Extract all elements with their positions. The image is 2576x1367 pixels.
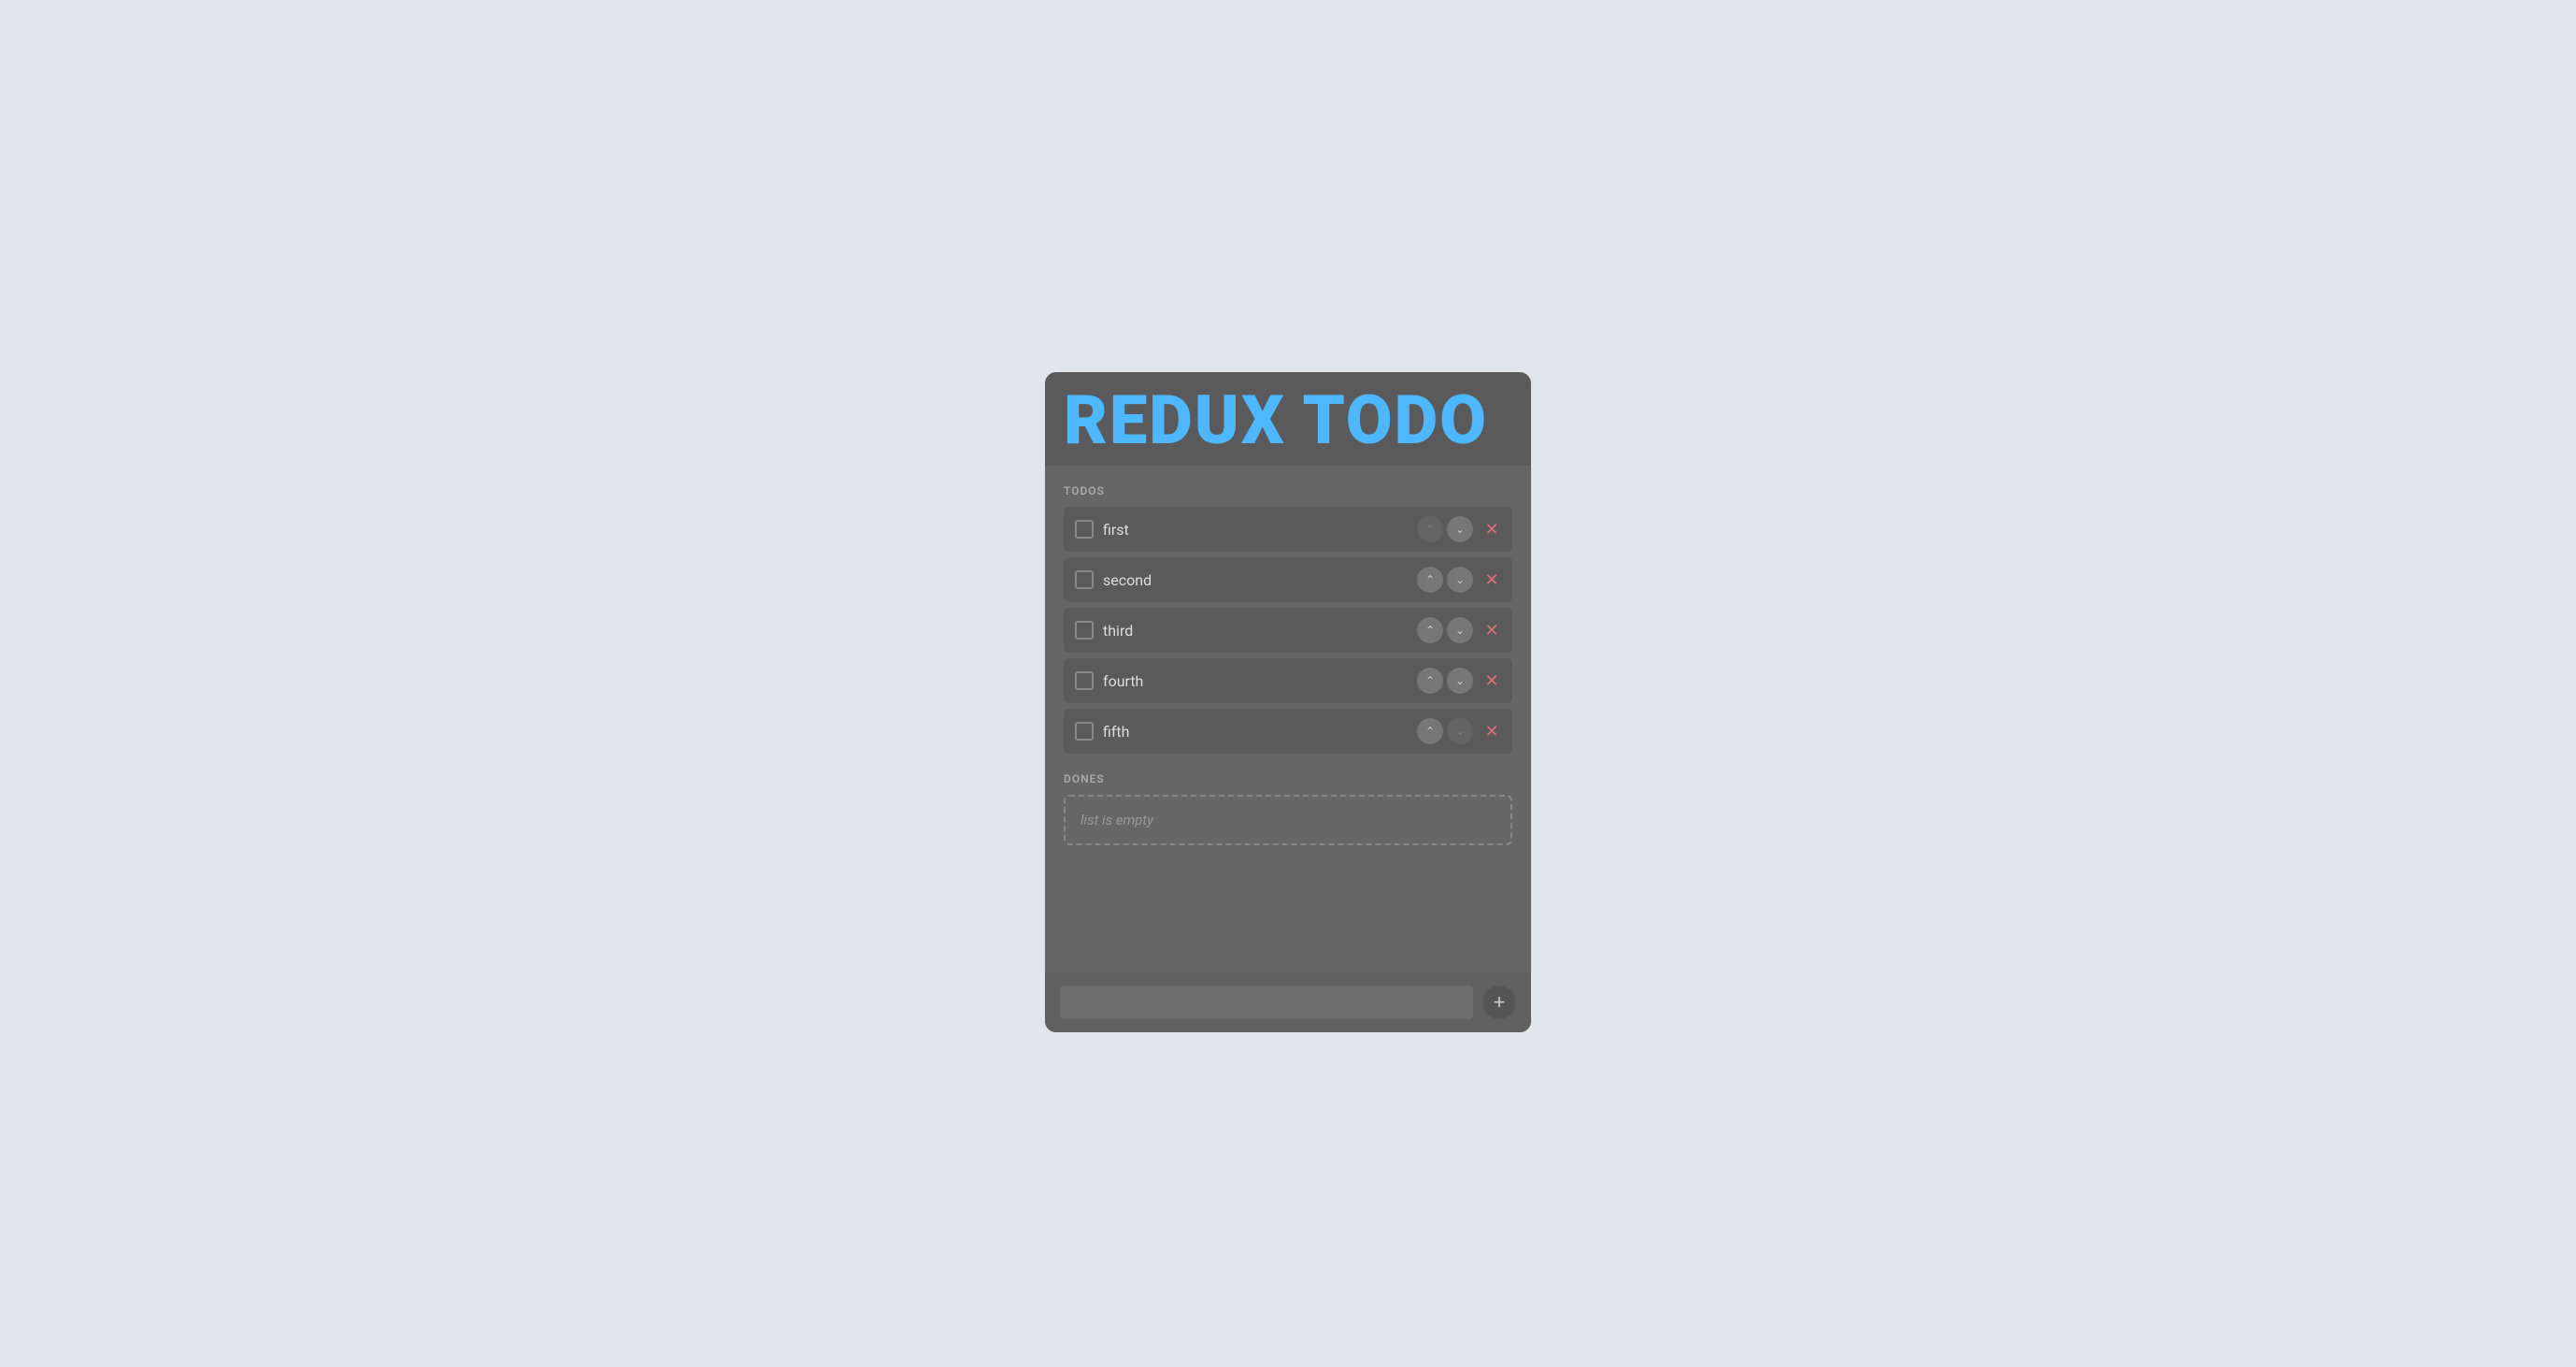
delete-btn-2[interactable]: ✕ [1481,568,1503,591]
todo-checkbox-4[interactable] [1075,671,1094,690]
todo-item: third ⌃ ⌄ ✕ [1064,608,1512,653]
delete-btn-1[interactable]: ✕ [1481,518,1503,540]
move-down-btn-5[interactable]: ⌄ [1447,718,1473,744]
delete-btn-4[interactable]: ✕ [1481,669,1503,692]
move-up-btn-1[interactable]: ⌃ [1417,516,1443,542]
move-up-btn-4[interactable]: ⌃ [1417,668,1443,694]
app-container: REDUX TODO TODOS first ⌃ ⌄ ✕ second ⌃ [1045,372,1531,1032]
todo-checkbox-3[interactable] [1075,621,1094,640]
todo-text-2: second [1103,571,1408,589]
move-down-btn-1[interactable]: ⌄ [1447,516,1473,542]
dones-section: DONES list is empty [1064,772,1512,845]
todo-checkbox-5[interactable] [1075,722,1094,741]
move-up-btn-2[interactable]: ⌃ [1417,567,1443,593]
todo-text-1: first [1103,521,1408,539]
todos-section-label: TODOS [1064,484,1512,497]
todo-text-4: fourth [1103,672,1408,690]
spacer [1064,860,1512,972]
todo-controls-5: ⌃ ⌄ ✕ [1417,718,1503,744]
todo-text-5: fifth [1103,723,1408,741]
move-down-btn-2[interactable]: ⌄ [1447,567,1473,593]
todo-item: second ⌃ ⌄ ✕ [1064,557,1512,602]
todo-controls-2: ⌃ ⌄ ✕ [1417,567,1503,593]
add-todo-button[interactable]: + [1482,986,1516,1019]
todo-controls-4: ⌃ ⌄ ✕ [1417,668,1503,694]
todo-list: first ⌃ ⌄ ✕ second ⌃ ⌄ ✕ t [1064,507,1512,754]
todo-controls-1: ⌃ ⌄ ✕ [1417,516,1503,542]
move-up-btn-3[interactable]: ⌃ [1417,617,1443,643]
todo-checkbox-2[interactable] [1075,570,1094,589]
todo-checkbox-1[interactable] [1075,520,1094,539]
dones-empty-message: list is empty [1064,795,1512,845]
move-down-btn-3[interactable]: ⌄ [1447,617,1473,643]
delete-btn-5[interactable]: ✕ [1481,720,1503,742]
app-title: REDUX TODO [1045,372,1531,466]
todo-text-3: third [1103,622,1408,640]
todo-item: first ⌃ ⌄ ✕ [1064,507,1512,552]
move-down-btn-4[interactable]: ⌄ [1447,668,1473,694]
todo-item: fourth ⌃ ⌄ ✕ [1064,658,1512,703]
app-body: TODOS first ⌃ ⌄ ✕ second ⌃ ⌄ ✕ [1045,466,1531,1032]
new-todo-input[interactable] [1060,986,1473,1019]
add-bar: + [1045,972,1531,1032]
todo-controls-3: ⌃ ⌄ ✕ [1417,617,1503,643]
dones-section-label: DONES [1064,772,1512,785]
delete-btn-3[interactable]: ✕ [1481,619,1503,641]
move-up-btn-5[interactable]: ⌃ [1417,718,1443,744]
todo-item: fifth ⌃ ⌄ ✕ [1064,709,1512,754]
